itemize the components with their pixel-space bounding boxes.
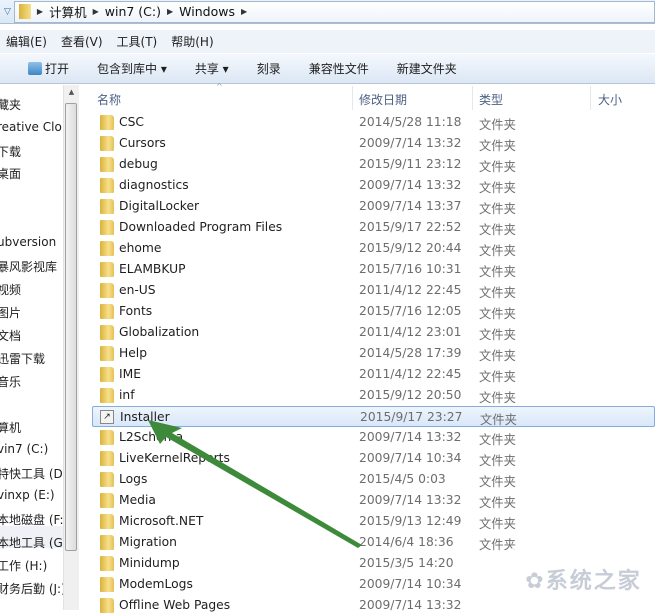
watermark-logo: ✿系统之家 <box>512 548 655 610</box>
annotation-arrow <box>148 420 362 548</box>
